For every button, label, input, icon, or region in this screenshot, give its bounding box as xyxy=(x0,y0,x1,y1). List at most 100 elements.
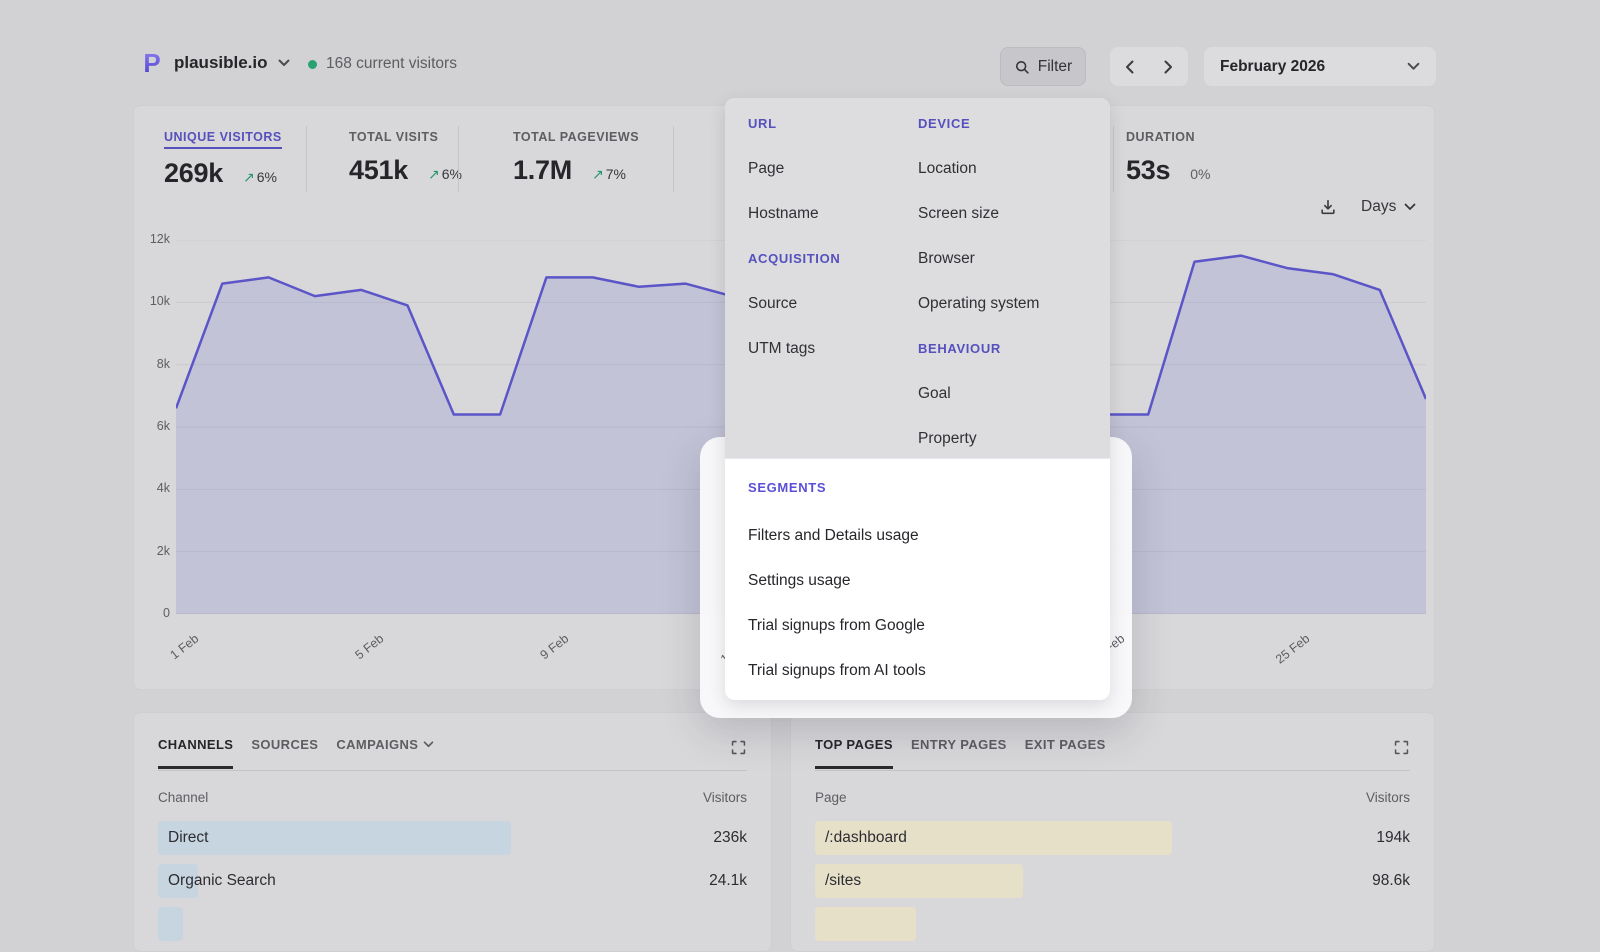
row-name: /:dashboard xyxy=(825,821,907,855)
stat-duration[interactable]: DURATION 53s 0% xyxy=(1126,128,1210,186)
y-tick-label: 12k xyxy=(134,232,170,246)
row-name: Organic Search xyxy=(168,864,276,898)
next-period-button[interactable] xyxy=(1149,47,1188,86)
search-icon xyxy=(1014,59,1030,75)
row-name: Direct xyxy=(168,821,208,855)
filter-item-utm-tags[interactable]: UTM tags xyxy=(748,326,840,371)
stat-label: DURATION xyxy=(1126,130,1195,144)
y-tick-label: 8k xyxy=(134,357,170,371)
stat-value: 1.7M xyxy=(513,155,572,186)
stat-value-row: 269k ↗6% xyxy=(164,158,282,189)
segment-item-trial-signups-from-ai-tools[interactable]: Trial signups from AI tools xyxy=(748,648,1087,693)
y-tick-label: 6k xyxy=(134,419,170,433)
filter-button[interactable]: Filter xyxy=(1000,47,1086,86)
current-visitors[interactable]: 168 current visitors xyxy=(308,55,457,73)
date-range-label: February 2026 xyxy=(1220,58,1325,76)
row-visitors: 236k xyxy=(713,821,747,855)
row-visitors: 194k xyxy=(1376,821,1410,855)
column-headers: Channel Visitors xyxy=(158,790,747,805)
filter-group-acquisition: ACQUISITION xyxy=(748,236,840,281)
stat-change: 0% xyxy=(1190,166,1210,182)
filter-item-source[interactable]: Source xyxy=(748,281,840,326)
stat-total-pageviews[interactable]: TOTAL PAGEVIEWS 1.7M ↗7% xyxy=(513,128,639,186)
column-header-visitors: Visitors xyxy=(1366,790,1410,805)
tab-sources[interactable]: SOURCES xyxy=(251,737,318,766)
breakdown-tabs: CHANNELS SOURCES CAMPAIGNS xyxy=(158,737,747,769)
column-headers: Page Visitors xyxy=(815,790,1410,805)
tabs-divider xyxy=(158,770,747,771)
filter-menu-column-1: URLPageHostnameACQUISITIONSourceUTM tags xyxy=(748,101,840,371)
stat-unique-visitors[interactable]: UNIQUE VISITORS 269k ↗6% xyxy=(164,128,282,189)
filter-item-page[interactable]: Page xyxy=(748,146,840,191)
table-row xyxy=(158,907,747,941)
y-tick-label: 0 xyxy=(134,606,170,620)
segments-header: SEGMENTS xyxy=(748,466,826,510)
row-visitors: 98.6k xyxy=(1372,864,1410,898)
tab-channels[interactable]: CHANNELS xyxy=(158,737,233,769)
filter-menu-column-2: DEVICELocationScreen sizeBrowserOperatin… xyxy=(918,101,1039,461)
expand-icon[interactable] xyxy=(1393,739,1410,756)
date-range-picker[interactable]: February 2026 xyxy=(1204,47,1436,86)
column-header-page: Page xyxy=(815,790,847,805)
export-download-icon[interactable] xyxy=(1319,198,1337,216)
tab-exit-pages[interactable]: EXIT PAGES xyxy=(1025,737,1106,766)
table-row[interactable]: /:dashboard 194k xyxy=(815,821,1410,855)
filter-group-behaviour: BEHAVIOUR xyxy=(918,326,1039,371)
row-visitors: 24.1k xyxy=(709,864,747,898)
filter-item-location[interactable]: Location xyxy=(918,146,1039,191)
stat-change: ↗6% xyxy=(428,166,462,183)
filter-item-goal[interactable]: Goal xyxy=(918,371,1039,416)
tabs-divider xyxy=(815,770,1410,771)
current-visitors-label: 168 current visitors xyxy=(326,55,457,73)
y-tick-label: 4k xyxy=(134,481,170,495)
stat-change: ↗6% xyxy=(243,169,277,186)
filter-item-screen-size[interactable]: Screen size xyxy=(918,191,1039,236)
stat-total-visits[interactable]: TOTAL VISITS451k↗6% xyxy=(349,128,462,186)
stat-label: UNIQUE VISITORS xyxy=(164,130,282,149)
up-arrow-icon: ↗ xyxy=(243,169,255,185)
stat-value-row: 53s 0% xyxy=(1126,155,1210,186)
tab-campaigns[interactable]: CAMPAIGNS xyxy=(336,737,434,766)
filter-item-operating-system[interactable]: Operating system xyxy=(918,281,1039,326)
filter-item-property[interactable]: Property xyxy=(918,416,1039,461)
site-switcher[interactable]: P plausible.io xyxy=(140,50,290,76)
row-bar xyxy=(815,907,916,941)
x-tick-label: 25 Feb xyxy=(1261,631,1312,675)
column-header-channel: Channel xyxy=(158,790,208,805)
table-row[interactable]: Organic Search 24.1k xyxy=(158,864,747,898)
interval-controls: Days xyxy=(1319,198,1416,216)
segment-item-settings-usage[interactable]: Settings usage xyxy=(748,558,1087,603)
segment-item-filters-and-details-usage[interactable]: Filters and Details usage xyxy=(748,513,1087,558)
column-header-visitors: Visitors xyxy=(703,790,747,805)
stat-value: 269k xyxy=(164,158,223,189)
filter-group-url: URL xyxy=(748,101,840,146)
filter-dropdown-menu: URLPageHostnameACQUISITIONSourceUTM tags… xyxy=(725,98,1110,700)
prev-period-button[interactable] xyxy=(1110,47,1149,86)
table-row[interactable]: Direct 236k xyxy=(158,821,747,855)
tab-top-pages[interactable]: TOP PAGES xyxy=(815,737,893,769)
stat-change: ↗7% xyxy=(592,166,626,183)
tab-entry-pages[interactable]: ENTRY PAGES xyxy=(911,737,1007,766)
plausible-logo-icon: P xyxy=(140,50,164,76)
filter-button-label: Filter xyxy=(1038,58,1072,76)
stat-divider xyxy=(458,126,459,192)
chevron-down-icon xyxy=(1404,203,1416,211)
expand-icon[interactable] xyxy=(730,739,747,756)
chevron-down-icon xyxy=(423,741,434,748)
filter-item-hostname[interactable]: Hostname xyxy=(748,191,840,236)
stat-value-row: 1.7M ↗7% xyxy=(513,155,639,186)
y-tick-label: 10k xyxy=(134,294,170,308)
segment-item-trial-signups-from-google[interactable]: Trial signups from Google xyxy=(748,603,1087,648)
interval-selector[interactable]: Days xyxy=(1361,198,1416,216)
table-row[interactable]: /sites98.6k xyxy=(815,864,1410,898)
stat-divider xyxy=(306,126,307,192)
up-arrow-icon: ↗ xyxy=(428,166,440,182)
stat-label: TOTAL PAGEVIEWS xyxy=(513,130,639,144)
date-nav-group xyxy=(1110,47,1188,86)
stat-label: TOTAL VISITS xyxy=(349,130,438,144)
row-bar xyxy=(158,821,511,855)
filter-item-browser[interactable]: Browser xyxy=(918,236,1039,281)
x-tick-label: 1 Feb xyxy=(150,631,201,675)
live-dot-icon xyxy=(308,60,317,69)
stat-value: 53s xyxy=(1126,155,1170,186)
